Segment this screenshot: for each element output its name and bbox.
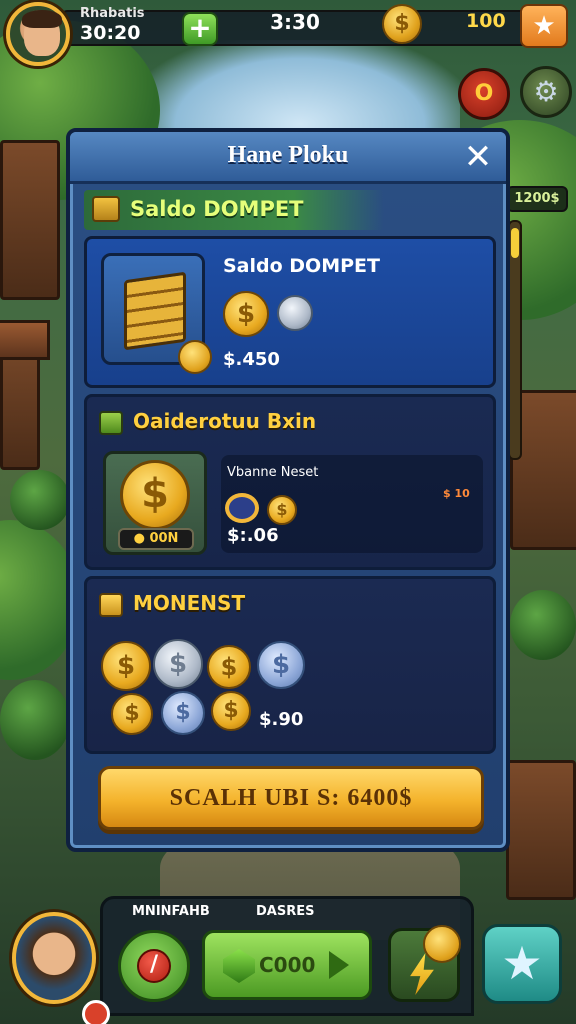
buy-button-label: SCALH UBI S: 6400$ [169, 785, 413, 811]
house [506, 760, 576, 900]
buy-button[interactable]: SCALH UBI S: 6400$ [98, 766, 484, 830]
silver-coin-icon: $ [153, 639, 203, 689]
bush [10, 470, 70, 530]
silver-coin-icon [277, 295, 313, 331]
item-price: $:.06 [227, 525, 279, 546]
play-button-label: C000 [259, 953, 316, 977]
shop-item-card[interactable]: Saldo DOMPET $ $.450 [84, 236, 496, 388]
gold-coin-icon: $ [267, 495, 297, 525]
blue-coin-icon: $ [257, 641, 305, 689]
top-hud: Rhabatis 30:20 + 3:30 $ 100 ★ O ⚙ 1200$ [0, 0, 576, 460]
gem-icon [223, 949, 255, 983]
bush [510, 590, 576, 660]
panel-header: Hane Ploku ✕ [70, 132, 506, 184]
avatar-badge [82, 1000, 110, 1024]
info-tag: $ 10 [443, 487, 470, 500]
panel-title: Hane Ploku [227, 142, 349, 168]
bottom-bar: MNINFAHB DASRES / C000 ★ [0, 892, 576, 1024]
close-icon[interactable]: ✕ [462, 140, 494, 174]
bottom-label: DASRES [256, 904, 315, 919]
gold-coin-icon: $ [101, 641, 151, 691]
gold-coin-icon: $ [211, 691, 251, 731]
coin-bag-icon [99, 593, 123, 617]
chest-icon [92, 196, 120, 222]
item-name: Saldo DOMPET [223, 255, 380, 277]
scrollbar[interactable] [508, 220, 522, 460]
ring-icon [225, 493, 259, 523]
player-avatar[interactable] [6, 2, 70, 66]
boost-button[interactable] [388, 925, 461, 1002]
house [0, 140, 60, 300]
settings-gear-icon[interactable]: ⚙ [520, 66, 572, 118]
bush [0, 680, 70, 760]
item-info: Vbanne Neset $ 10 $ $:.06 [221, 455, 483, 553]
gold-coin-icon: $ [207, 645, 251, 689]
stop-icon: / [137, 949, 171, 983]
target-icon[interactable]: O [458, 68, 510, 120]
info-label: Vbanne Neset [227, 465, 319, 480]
coin-count: 100 [466, 10, 506, 32]
coin-icon [423, 925, 461, 963]
item-price: $.90 [259, 709, 304, 730]
timer: 3:30 [270, 10, 320, 34]
character-avatar[interactable] [12, 912, 110, 1024]
avatar-hair [22, 10, 62, 28]
coin-tag: ● 00N [118, 528, 194, 550]
stop-button[interactable]: / [118, 930, 190, 1002]
play-button[interactable]: C000 [202, 930, 372, 1000]
player-name: Rhabatis [80, 6, 145, 21]
ribbon-title: Saldo DOMPET [130, 197, 304, 221]
treasure-chest-icon [124, 271, 186, 351]
bottom-label: MNINFAHB [132, 904, 210, 919]
roof [0, 320, 50, 360]
shop-item-card[interactable]: Oaiderotuu Bxin $ ● 00N Vbanne Neset $ 1… [84, 394, 496, 570]
item-thumbnail: $ ● 00N [103, 451, 207, 555]
card-heading: Oaiderotuu Bxin [133, 409, 317, 433]
big-coin-icon: $ [120, 460, 190, 530]
section-ribbon: Saldo DOMPET [84, 190, 384, 230]
shop-panel: Hane Ploku ✕ Saldo DOMPET Saldo DOMPET $… [66, 128, 510, 852]
star-button[interactable]: ★ [520, 4, 568, 48]
bundle-icon [99, 411, 123, 435]
scrollbar-thumb[interactable] [511, 228, 519, 258]
shop-item-card[interactable]: MONENST $ $ $ $ $ $ $ $.90 [84, 576, 496, 754]
item-price: $.450 [223, 349, 280, 370]
gold-coin-icon: $ [111, 693, 153, 735]
coin-icon [178, 340, 212, 374]
card-heading: MONENST [133, 591, 246, 615]
add-currency-button[interactable]: + [182, 12, 218, 46]
play-arrow-icon [329, 951, 349, 979]
blue-coin-icon: $ [161, 691, 205, 735]
gold-coin-icon: $ [223, 291, 269, 337]
side-balance-badge: 1200$ [506, 186, 568, 212]
player-score: 30:20 [80, 22, 141, 44]
item-thumbnail [101, 253, 212, 374]
favorites-star-button[interactable]: ★ [482, 924, 562, 1004]
coin-icon: $ [382, 4, 422, 44]
